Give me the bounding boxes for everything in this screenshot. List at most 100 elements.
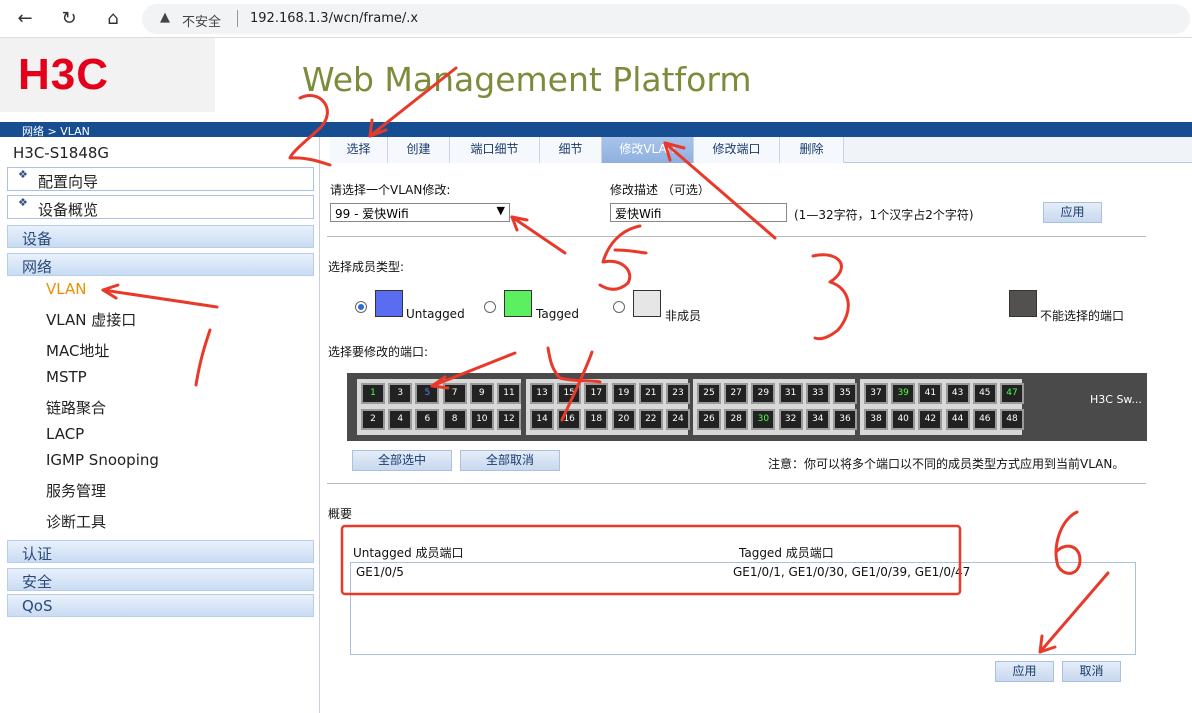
port-33[interactable]: 33 xyxy=(805,383,830,404)
port-3[interactable]: 3 xyxy=(388,383,413,404)
port-48[interactable]: 48 xyxy=(1000,409,1024,430)
port-22[interactable]: 22 xyxy=(638,409,663,430)
desc-hint: (1—32字符，1个汉字占2个字符) xyxy=(794,208,974,222)
sidebar-item-link-aggregation[interactable]: 链路聚合 xyxy=(46,397,106,418)
summary-title: 概要 xyxy=(328,507,353,521)
address-bar[interactable]: ▲ 不安全 192.168.1.3/wcn/frame/.x xyxy=(142,4,1190,34)
port-34[interactable]: 34 xyxy=(805,409,830,430)
port-15[interactable]: 15 xyxy=(557,383,582,404)
port-13[interactable]: 13 xyxy=(530,383,554,404)
annotation-digit-3 xyxy=(811,253,850,341)
port-30[interactable]: 30 xyxy=(751,409,776,430)
port-9[interactable]: 9 xyxy=(469,383,494,404)
sidebar-category-network[interactable]: 网络 xyxy=(7,253,314,276)
port-10[interactable]: 10 xyxy=(469,409,494,430)
tab-port-detail[interactable]: 端口细节 xyxy=(450,137,540,163)
device-name: H3C-S1848G xyxy=(13,144,110,162)
port-28[interactable]: 28 xyxy=(724,409,749,430)
sidebar-item-mac[interactable]: MAC地址 xyxy=(46,340,109,361)
port-44[interactable]: 44 xyxy=(945,409,970,430)
port-5[interactable]: 5 xyxy=(415,383,440,404)
untagged-radio[interactable] xyxy=(355,301,367,313)
port-4[interactable]: 4 xyxy=(388,409,413,430)
switch-panel: H3C Sw... 1 3 5 7 9 11 13 15 17 19 21 23 25 27 29 31 33 3… xyxy=(347,373,1147,441)
port-41[interactable]: 41 xyxy=(918,383,943,404)
sidebar-item-diagnostics[interactable]: 诊断工具 xyxy=(46,511,106,532)
port-43[interactable]: 43 xyxy=(945,383,970,404)
port-21[interactable]: 21 xyxy=(638,383,663,404)
tab-detail[interactable]: 细节 xyxy=(540,137,602,163)
port-39[interactable]: 39 xyxy=(891,383,916,404)
insecure-label[interactable]: 不安全 xyxy=(182,11,221,30)
port-17[interactable]: 17 xyxy=(584,383,609,404)
port-20[interactable]: 20 xyxy=(611,409,636,430)
port-46[interactable]: 46 xyxy=(972,409,997,430)
sidebar-item-mstp[interactable]: MSTP xyxy=(46,368,87,386)
tab-select[interactable]: 选择 xyxy=(330,137,388,163)
port-23[interactable]: 23 xyxy=(666,383,690,404)
port-8[interactable]: 8 xyxy=(442,409,467,430)
port-12[interactable]: 12 xyxy=(497,409,521,430)
port-29[interactable]: 29 xyxy=(751,383,776,404)
sidebar-item-igmp[interactable]: IGMP Snooping xyxy=(46,451,159,469)
port-7[interactable]: 7 xyxy=(442,383,467,404)
port-27[interactable]: 27 xyxy=(724,383,749,404)
warning-icon[interactable]: ▲ xyxy=(160,10,174,25)
category-label: 安全 xyxy=(22,573,53,591)
url-text[interactable]: 192.168.1.3/wcn/frame/.x xyxy=(250,11,418,26)
apply-button[interactable]: 应用 xyxy=(995,661,1054,682)
port-40[interactable]: 40 xyxy=(891,409,916,430)
tagged-radio[interactable] xyxy=(484,301,496,313)
port-19[interactable]: 19 xyxy=(611,383,636,404)
port-47[interactable]: 47 xyxy=(1000,383,1024,404)
port-16[interactable]: 16 xyxy=(557,409,582,430)
tab-delete[interactable]: 删除 xyxy=(780,137,844,163)
tab-modify-port[interactable]: 修改端口 xyxy=(694,137,780,163)
port-6[interactable]: 6 xyxy=(415,409,440,430)
desc-label: 修改描述 （可选） xyxy=(610,183,710,197)
sidebar-item-wizard[interactable]: ❖ 配置向导 xyxy=(7,167,314,191)
non-member-radio[interactable] xyxy=(613,301,625,313)
port-2[interactable]: 2 xyxy=(361,409,385,430)
non-member-swatch xyxy=(633,290,661,317)
port-37[interactable]: 37 xyxy=(864,383,888,404)
cancel-button[interactable]: 取消 xyxy=(1062,661,1121,682)
home-icon[interactable]: ⌂ xyxy=(100,6,126,32)
port-1[interactable]: 1 xyxy=(361,383,385,404)
tab-create[interactable]: 创建 xyxy=(388,137,450,163)
tab-modify-vlan[interactable]: 修改VLAN xyxy=(602,137,694,163)
sidebar-category-qos[interactable]: QoS xyxy=(7,594,314,617)
port-32[interactable]: 32 xyxy=(778,409,803,430)
arrow-left-icon[interactable]: ← xyxy=(12,6,38,32)
non-member-label: 非成员 xyxy=(665,309,702,323)
description-input[interactable]: 爱快Wifi xyxy=(610,203,787,222)
sidebar-category-device[interactable]: 设备 xyxy=(7,225,314,248)
port-45[interactable]: 45 xyxy=(972,383,997,404)
vlan-select[interactable]: 99 - 爱快Wifi ▼ xyxy=(330,203,510,222)
sidebar-category-security[interactable]: 安全 xyxy=(7,568,314,591)
port-36[interactable]: 36 xyxy=(833,409,857,430)
sidebar-item-lacp[interactable]: LACP xyxy=(46,425,84,443)
port-38[interactable]: 38 xyxy=(864,409,888,430)
select-all-button[interactable]: 全部选中 xyxy=(352,450,452,471)
unselectable-label: 不能选择的端口 xyxy=(1040,309,1125,323)
port-42[interactable]: 42 xyxy=(918,409,943,430)
port-11[interactable]: 11 xyxy=(497,383,521,404)
sidebar-item-overview[interactable]: ❖ 设备概览 xyxy=(7,195,314,219)
port-18[interactable]: 18 xyxy=(584,409,609,430)
apply-description-button[interactable]: 应用 xyxy=(1043,202,1102,223)
port-31[interactable]: 31 xyxy=(778,383,803,404)
port-25[interactable]: 25 xyxy=(697,383,721,404)
port-35[interactable]: 35 xyxy=(833,383,857,404)
sidebar-item-services[interactable]: 服务管理 xyxy=(46,480,106,501)
reload-icon[interactable]: ↻ xyxy=(56,6,82,32)
port-26[interactable]: 26 xyxy=(697,409,721,430)
sidebar: H3C-S1848G ❖ 配置向导 ❖ 设备概览 设备 网络 VLAN VLAN… xyxy=(0,137,320,713)
sidebar-item-vlan[interactable]: VLAN xyxy=(46,280,86,298)
deselect-all-button[interactable]: 全部取消 xyxy=(460,450,560,471)
chevron-down-icon: ▼ xyxy=(496,204,505,217)
port-24[interactable]: 24 xyxy=(666,409,690,430)
sidebar-item-vlan-interface[interactable]: VLAN 虚接口 xyxy=(46,309,136,330)
sidebar-category-auth[interactable]: 认证 xyxy=(7,540,314,563)
port-14[interactable]: 14 xyxy=(530,409,554,430)
